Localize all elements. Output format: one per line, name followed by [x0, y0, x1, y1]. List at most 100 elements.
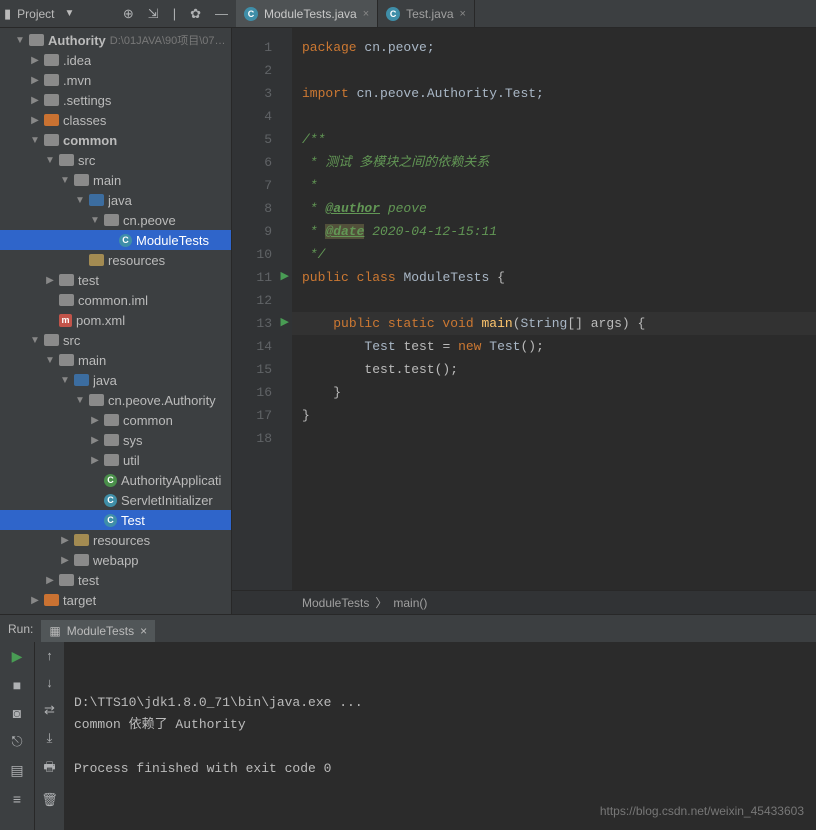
node-icon — [59, 154, 74, 166]
project-folder-icon: ▮ — [4, 6, 11, 22]
tree-node[interactable]: .settings — [0, 90, 231, 110]
tree-node[interactable]: .mvn — [0, 70, 231, 90]
expand-icon[interactable]: ⇲ — [148, 6, 159, 22]
close-icon[interactable]: × — [460, 8, 466, 20]
tree-node[interactable]: classes — [0, 110, 231, 130]
node-label: util — [123, 453, 140, 468]
target-icon[interactable]: ⊕ — [123, 6, 134, 22]
node-label: main — [93, 173, 121, 188]
up-icon[interactable]: ↑ — [46, 648, 53, 663]
node-label: AuthorityApplicati — [121, 473, 221, 488]
tree-node[interactable]: java — [0, 370, 231, 390]
tree-node[interactable]: resources — [0, 530, 231, 550]
minimize-icon[interactable]: — — [215, 6, 228, 22]
node-label: test — [78, 573, 99, 588]
code-editor[interactable]: package cn.peove; import cn.peove.Author… — [292, 28, 816, 590]
close-icon[interactable]: × — [140, 624, 147, 638]
node-label: Test — [121, 513, 145, 528]
wrap-icon[interactable]: ⇄ — [44, 702, 55, 718]
play-icon[interactable]: ▶ — [12, 648, 23, 665]
tree-node[interactable]: resources — [0, 250, 231, 270]
node-label: target — [63, 593, 96, 608]
editor-tab[interactable]: CTest.java× — [378, 0, 475, 27]
tree-node[interactable]: src — [0, 150, 231, 170]
tree-node[interactable]: m pom.xml — [0, 310, 231, 330]
node-label: .settings — [63, 93, 111, 108]
gutter: 12345678910▶1112▶131415161718 — [232, 28, 292, 590]
tree-node[interactable]: util — [0, 450, 231, 470]
tab-label: Test.java — [406, 7, 453, 21]
tree-node[interactable]: common — [0, 410, 231, 430]
breadcrumb[interactable]: ModuleTests 〉 main() — [232, 590, 816, 614]
scroll-icon[interactable]: ⤓ — [47, 730, 53, 746]
node-label: java — [93, 373, 117, 388]
tree-node[interactable]: CAuthorityApplicati — [0, 470, 231, 490]
node-label: .mvn — [63, 73, 91, 88]
layout-icon[interactable]: ▤ — [10, 762, 23, 779]
chevron-down-icon: ▼ — [65, 8, 75, 19]
gear-icon[interactable]: ✿ — [190, 6, 201, 22]
node-label: pom.xml — [76, 313, 125, 328]
node-icon: C — [104, 514, 117, 527]
tree-node[interactable]: target — [0, 590, 231, 610]
camera-icon[interactable]: ◙ — [13, 705, 21, 721]
tree-node[interactable]: cn.peove — [0, 210, 231, 230]
run-tab[interactable]: ▦ ModuleTests × — [41, 620, 155, 642]
watermark: https://blog.csdn.net/weixin_45433603 — [600, 800, 804, 822]
close-icon[interactable]: × — [363, 8, 369, 20]
tree-node[interactable]: main — [0, 170, 231, 190]
exit-icon[interactable]: ⎋ — [11, 733, 22, 750]
tree-node[interactable]: webapp — [0, 550, 231, 570]
node-label: sys — [123, 433, 143, 448]
node-icon: C — [104, 494, 117, 507]
node-label: webapp — [93, 553, 139, 568]
node-icon: m — [59, 314, 72, 327]
project-header[interactable]: ▮ Project ▼ ⊕ ⇲ | ✿ — — [4, 0, 236, 27]
node-icon — [59, 294, 74, 306]
tree-node[interactable]: common — [0, 130, 231, 150]
run-output[interactable]: D:\TTS10\jdk1.8.0_71\bin\java.exe ...com… — [64, 642, 816, 830]
breadcrumb-class[interactable]: ModuleTests — [302, 596, 369, 610]
node-label: common.iml — [78, 293, 148, 308]
tree-node[interactable]: main — [0, 350, 231, 370]
tree-node[interactable]: C ServletInitializer — [0, 490, 231, 510]
tree-node[interactable]: CModuleTests — [0, 230, 231, 250]
project-label: Project — [17, 7, 54, 21]
node-label: cn.peove.Authority — [108, 393, 216, 408]
project-sidebar: Authority D:\01JAVA\90项目\07….idea .mvn .se… — [0, 28, 232, 614]
tree-node[interactable]: src — [0, 330, 231, 350]
run-tab-name: ModuleTests — [67, 624, 134, 638]
node-icon — [89, 254, 104, 266]
tree-node[interactable]: .idea — [0, 50, 231, 70]
tree-node[interactable]: cn.peove.Authority — [0, 390, 231, 410]
editor-area: 12345678910▶1112▶131415161718 package cn… — [232, 28, 816, 614]
tree-node[interactable]: C Test — [0, 510, 231, 530]
tree-node[interactable]: java — [0, 190, 231, 210]
node-label: main — [78, 353, 106, 368]
node-label: resources — [108, 253, 165, 268]
node-label: java — [108, 193, 132, 208]
down-icon[interactable]: ↓ — [46, 675, 53, 690]
node-label: ServletInitializer — [121, 493, 213, 508]
run-tools-left: ▶ ■ ◙ ⎋ ▤ ≡ — [0, 642, 34, 830]
divider-icon: | — [173, 6, 176, 22]
breadcrumb-method[interactable]: main() — [393, 596, 427, 610]
more-icon[interactable]: ≡ — [13, 791, 21, 807]
run-header: Run: ▦ ModuleTests × — [0, 615, 816, 642]
node-icon — [44, 114, 59, 126]
tree-node[interactable]: common.iml — [0, 290, 231, 310]
stop-icon[interactable]: ■ — [13, 677, 21, 693]
run-panel: Run: ▦ ModuleTests × ▶ ■ ◙ ⎋ ▤ ≡ ↑ ↓ ⇄ ⤓… — [0, 614, 816, 814]
tree-node[interactable]: test — [0, 570, 231, 590]
node-label: classes — [63, 113, 106, 128]
project-root[interactable]: Authority D:\01JAVA\90项目\07… — [0, 30, 231, 50]
tree-node[interactable]: sys — [0, 430, 231, 450]
trash-icon[interactable]: 🗑 — [41, 792, 58, 808]
node-label: ModuleTests — [136, 233, 209, 248]
node-icon — [74, 534, 89, 546]
node-icon — [74, 174, 89, 186]
tree-node[interactable]: test — [0, 270, 231, 290]
editor-tab[interactable]: CModuleTests.java× — [236, 0, 378, 27]
print-icon[interactable]: 🖶 — [43, 758, 55, 780]
node-icon — [89, 394, 104, 406]
